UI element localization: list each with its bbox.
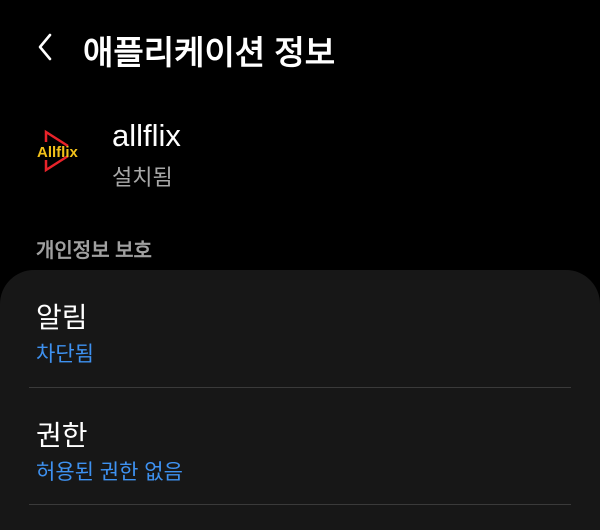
app-install-status: 설치됨 xyxy=(112,165,173,190)
permissions-status: 허용된 권한 없음 xyxy=(36,461,183,484)
app-logo: Allflix xyxy=(34,128,90,174)
app-name: allflix xyxy=(112,118,181,153)
notifications-title: 알림 xyxy=(36,302,88,333)
page-title: 애플리케이션 정보 xyxy=(83,34,336,71)
notifications-status: 차단됨 xyxy=(36,343,94,366)
divider xyxy=(29,504,571,505)
back-button[interactable] xyxy=(30,30,62,64)
permissions-item[interactable]: 권한 허용된 권한 없음 xyxy=(0,388,600,504)
svg-text:Allflix: Allflix xyxy=(37,144,78,161)
permissions-title: 권한 xyxy=(36,420,88,451)
privacy-card: 알림 차단됨 권한 허용된 권한 없음 xyxy=(0,270,600,530)
chevron-left-icon xyxy=(38,33,52,61)
notifications-item[interactable]: 알림 차단됨 xyxy=(0,270,600,386)
section-header-privacy: 개인정보 보호 xyxy=(36,240,152,262)
